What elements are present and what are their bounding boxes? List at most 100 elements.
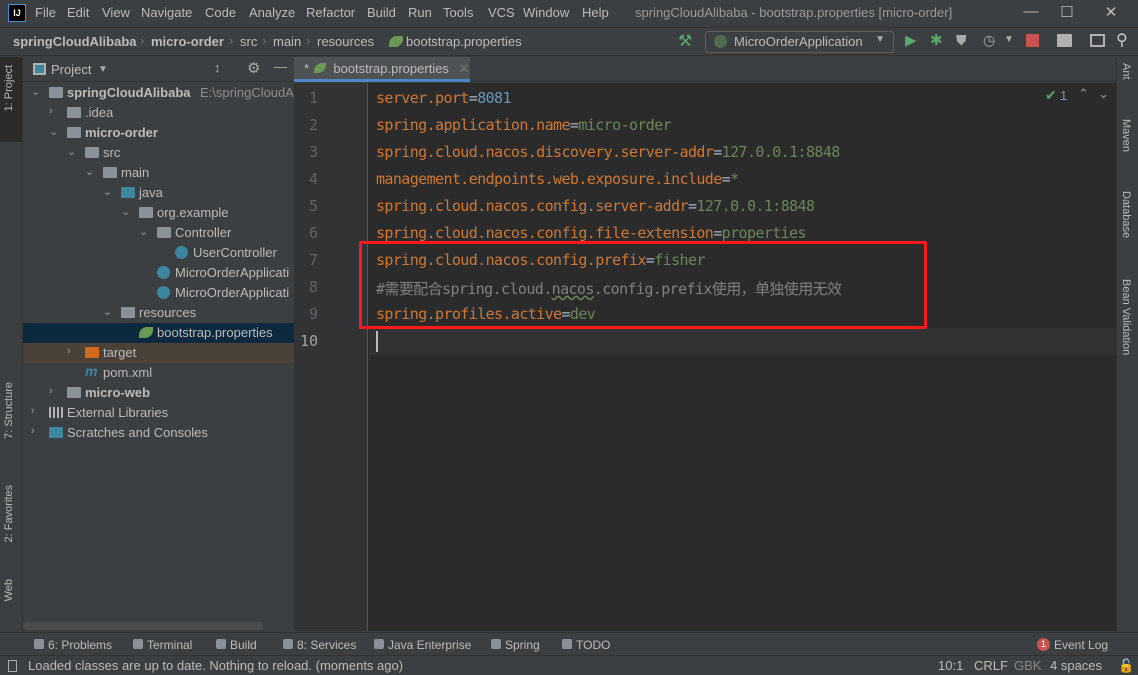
chevron-down-icon[interactable]: ⌄ — [121, 205, 130, 218]
stop-icon[interactable] — [1026, 34, 1039, 47]
breadcrumb-item[interactable]: springCloudAlibaba — [13, 34, 137, 49]
caret-position[interactable]: 10:1 — [938, 658, 963, 673]
previous-highlight-icon[interactable]: ⌃ — [1078, 86, 1089, 102]
tree-item[interactable]: MicroOrderApplicati — [23, 263, 294, 283]
project-view-selector[interactable]: Project — [51, 62, 91, 77]
menu-run[interactable]: Run — [408, 5, 432, 20]
tab-ant[interactable]: Ant — [1120, 63, 1132, 80]
run-icon[interactable]: ▶ — [905, 31, 917, 49]
tree-item[interactable]: ⌄ resources — [23, 303, 294, 323]
tab-database[interactable]: Database — [1120, 191, 1132, 238]
close-window-button[interactable]: ✕ — [1096, 3, 1126, 21]
tree-item[interactable]: ⌄ micro-order — [23, 123, 294, 143]
collapse-all-icon[interactable]: ↕ — [214, 60, 221, 75]
indent-setting[interactable]: 4 spaces — [1050, 658, 1102, 673]
breadcrumb-item[interactable]: src — [240, 34, 257, 49]
tab-structure[interactable]: 7: Structure — [3, 382, 15, 439]
event-log-button[interactable]: Event Log — [1054, 638, 1108, 652]
tool-window-build[interactable]: Build — [230, 638, 257, 652]
toggle-tool-windows-icon[interactable] — [8, 660, 17, 672]
tool-window--services[interactable]: 8: Services — [297, 638, 356, 652]
tab-favorites[interactable]: 2: Favorites — [3, 485, 15, 542]
tree-item[interactable]: ⌄ Controller — [23, 223, 294, 243]
chevron-right-icon[interactable]: › — [31, 425, 35, 437]
menu-window[interactable]: Window — [523, 5, 569, 20]
menu-tools[interactable]: Tools — [443, 5, 473, 20]
tree-item[interactable]: bootstrap.properties — [23, 323, 294, 343]
hide-panel-icon[interactable]: — — [274, 59, 287, 74]
tree-item[interactable]: MicroOrderApplicati — [23, 283, 294, 303]
code-editor[interactable]: 1 2 3 4 5 6 7 8 9 10 server.port=8081 spring.appli… — [294, 83, 1116, 631]
breadcrumb-item[interactable]: main — [273, 34, 301, 49]
tool-window-todo[interactable]: TODO — [576, 638, 610, 652]
menu-code[interactable]: Code — [205, 5, 236, 20]
menu-navigate[interactable]: Navigate — [141, 5, 192, 20]
lock-icon[interactable]: 🔓 — [1118, 658, 1134, 674]
chevron-right-icon[interactable]: › — [31, 405, 35, 417]
menu-refactor[interactable]: Refactor — [306, 5, 355, 20]
tree-item[interactable]: ⌄ java — [23, 183, 294, 203]
chevron-down-icon[interactable]: ⌄ — [139, 225, 148, 238]
menu-vcs[interactable]: VCS — [488, 5, 515, 20]
chevron-down-icon[interactable]: ⌄ — [67, 145, 76, 158]
profile-icon[interactable]: ◷ — [983, 32, 995, 49]
coverage-icon[interactable]: ⛊ — [956, 32, 967, 49]
chevron-down-icon[interactable]: ⌄ — [103, 305, 112, 318]
menu-view[interactable]: View — [102, 5, 130, 20]
run-configuration-select[interactable]: MicroOrderApplication ▼ — [705, 31, 894, 53]
tree-item[interactable]: › target — [23, 343, 294, 363]
next-highlight-icon[interactable]: ⌄ — [1098, 86, 1109, 102]
chevron-right-icon[interactable]: › — [49, 105, 53, 117]
menu-file[interactable]: File — [35, 5, 56, 20]
close-tab-icon[interactable]: ✕ — [459, 61, 470, 76]
debug-icon[interactable]: ✱ — [930, 31, 943, 49]
build-hammer-icon[interactable]: ⚒ — [678, 31, 692, 51]
menu-analyze[interactable]: Analyze — [249, 5, 295, 20]
tab-bootstrap-properties[interactable]: * bootstrap.properties ✕ — [294, 57, 470, 82]
chevron-right-icon[interactable]: › — [49, 385, 53, 397]
tab-maven[interactable]: Maven — [1120, 119, 1132, 152]
more-run-chevron-icon[interactable]: ▼ — [1004, 34, 1014, 45]
maximize-button[interactable]: ☐ — [1052, 3, 1082, 21]
terminal-window-icon[interactable] — [1090, 34, 1105, 47]
inspection-ok-icon[interactable]: ✔ — [1045, 87, 1057, 104]
breadcrumb-item[interactable]: bootstrap.properties — [406, 34, 522, 49]
tree-item[interactable]: ⌄ src — [23, 143, 294, 163]
horizontal-scrollbar[interactable] — [23, 622, 263, 630]
tree-item[interactable]: › Scratches and Consoles — [23, 423, 294, 443]
tree-item[interactable]: ⌄ springCloudAlibaba E:\springCloudAli — [23, 83, 294, 103]
menu-edit[interactable]: Edit — [67, 5, 89, 20]
line-separator[interactable]: CRLF — [974, 658, 1008, 673]
tree-item-label: pom.xml — [103, 365, 153, 380]
tool-window-spring[interactable]: Spring — [505, 638, 540, 652]
tree-item[interactable]: › .idea — [23, 103, 294, 123]
tool-window--problems[interactable]: 6: Problems — [48, 638, 112, 652]
minimize-button[interactable]: — — [1016, 3, 1046, 20]
search-icon[interactable]: ⚲ — [1116, 30, 1128, 50]
menu-help[interactable]: Help — [582, 5, 609, 20]
chevron-right-icon[interactable]: › — [67, 345, 71, 357]
tree-item[interactable]: › External Libraries — [23, 403, 294, 423]
tree-item[interactable]: m pom.xml — [23, 363, 294, 383]
breadcrumb-item[interactable]: resources — [317, 34, 374, 49]
file-encoding[interactable]: GBK — [1014, 658, 1041, 673]
menu-build[interactable]: Build — [367, 5, 396, 20]
tab-web[interactable]: Web — [3, 579, 15, 601]
tool-window-terminal[interactable]: Terminal — [147, 638, 192, 652]
chevron-down-icon[interactable]: ⌄ — [49, 125, 58, 138]
tree-item[interactable]: ⌄ org.example — [23, 203, 294, 223]
tree-item[interactable]: ⌄ main — [23, 163, 294, 183]
breadcrumb-item[interactable]: micro-order — [151, 34, 224, 49]
tree-item[interactable]: › micro-web — [23, 383, 294, 403]
tool-window-java-enterprise[interactable]: Java Enterprise — [388, 638, 471, 652]
event-log-badge: 1 — [1037, 638, 1050, 651]
chevron-down-icon[interactable]: ⌄ — [31, 85, 40, 98]
gear-icon[interactable]: ⚙ — [247, 59, 260, 77]
tab-project[interactable]: 1: Project — [3, 65, 15, 111]
tab-bean-validation[interactable]: Bean Validation — [1120, 279, 1132, 355]
chevron-down-icon[interactable]: ⌄ — [103, 185, 112, 198]
project-structure-icon[interactable] — [1057, 34, 1072, 47]
chevron-down-icon[interactable]: ⌄ — [85, 165, 94, 178]
chevron-down-icon[interactable]: ▼ — [98, 64, 108, 75]
tree-item[interactable]: UserController — [23, 243, 294, 263]
